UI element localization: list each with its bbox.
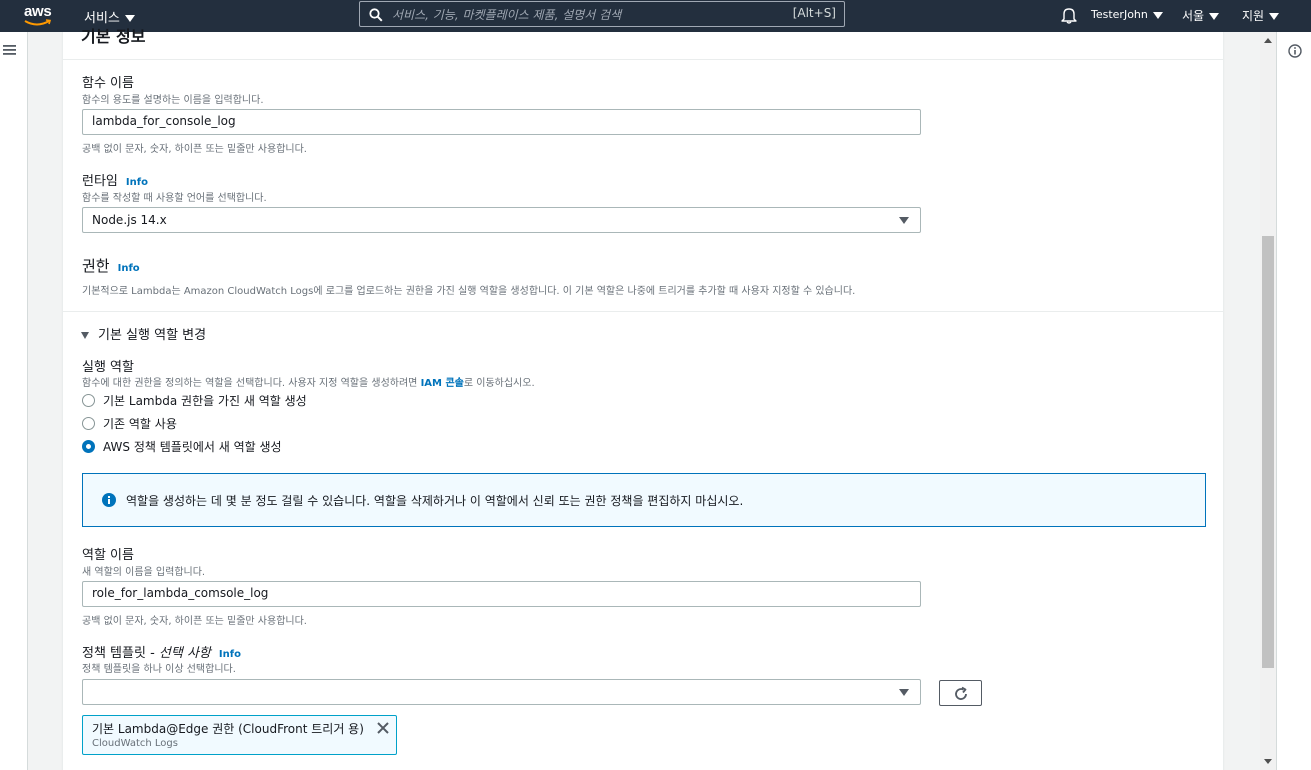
function-name-description: 함수의 용도를 설명하는 이름을 입력합니다. — [82, 95, 264, 106]
refresh-button[interactable] — [939, 680, 982, 706]
expander-label: 기본 실행 역할 변경 — [98, 328, 207, 343]
search-shortcut: [Alt+S] — [792, 6, 836, 20]
execution-role-desc-prefix: 함수에 대한 권한을 정의하는 역할을 선택합니다. 사용자 지정 역할을 생성… — [82, 378, 421, 389]
policy-templates-optional: 선택 사항 — [158, 646, 211, 661]
alert-message: 역할을 생성하는 데 몇 분 정도 걸릴 수 있습니다. 역할을 삭제하거나 이… — [126, 494, 744, 508]
top-navigation: aws 서비스 서비스, 기능, 마켓플레이스 제품, 설명서 검색 [Alt+… — [0, 0, 1311, 32]
selected-policy-token: 기본 Lambda@Edge 권한 (CloudFront 트리거 용) Clo… — [82, 715, 397, 755]
policy-templates-description: 정책 템플릿을 하나 이상 선택합니다. — [82, 664, 236, 675]
info-alert: 역할을 생성하는 데 몇 분 정도 걸릴 수 있습니다. 역할을 삭제하거나 이… — [82, 473, 1206, 527]
radio-label: AWS 정책 템플릿에서 새 역할 생성 — [103, 440, 282, 454]
support-menu[interactable]: 지원 — [1242, 7, 1280, 24]
permissions-title: 권한 — [82, 257, 110, 275]
aws-smile-icon — [24, 19, 52, 26]
right-rail — [1276, 32, 1311, 770]
function-name-input[interactable]: lambda_for_console_log — [82, 109, 921, 135]
permissions-description: 기본적으로 Lambda는 Amazon CloudWatch Logs에 로그… — [82, 286, 856, 297]
radio-button[interactable] — [82, 417, 95, 430]
search-placeholder: 서비스, 기능, 마켓플레이스 제품, 설명서 검색 — [392, 8, 622, 22]
chevron-down-icon — [1269, 13, 1280, 20]
runtime-description: 함수를 작성할 때 사용할 언어를 선택합니다. — [82, 193, 267, 204]
panel-header: 기본 정보 — [63, 27, 1223, 60]
policy-templates-label-row: 정책 템플릿 - 선택 사항 Info — [82, 642, 241, 661]
execution-role-desc-suffix: 로 이동하십시오. — [463, 378, 535, 389]
role-name-hint: 공백 없이 문자, 숫자, 하이픈 또는 밑줄만 사용합니다. — [82, 616, 307, 627]
menu-toggle-button[interactable] — [3, 44, 16, 59]
role-name-input[interactable]: role_for_lambda_comsole_log — [82, 581, 921, 607]
permissions-title-row: 권한 Info — [82, 255, 140, 276]
function-name-value: lambda_for_console_log — [92, 114, 236, 128]
runtime-label-row: 런타임 Info — [82, 170, 148, 189]
aws-logo[interactable]: aws — [22, 3, 56, 29]
change-default-role-expander[interactable]: 기본 실행 역할 변경 — [81, 324, 206, 343]
execution-role-description: 함수에 대한 권한을 정의하는 역할을 선택합니다. 사용자 지정 역할을 생성… — [82, 374, 535, 389]
role-option-existing[interactable]: 기존 역할 사용 — [82, 415, 177, 432]
left-rail — [0, 32, 28, 770]
iam-console-link[interactable]: IAM 콘솔 — [421, 378, 464, 389]
close-icon[interactable] — [376, 721, 390, 735]
policy-templates-select[interactable] — [82, 679, 921, 705]
role-name-value: role_for_lambda_comsole_log — [92, 586, 269, 600]
global-search[interactable]: 서비스, 기능, 마켓플레이스 제품, 설명서 검색 [Alt+S] — [359, 1, 845, 27]
runtime-label: 런타임 — [82, 174, 118, 189]
divider — [63, 311, 1223, 312]
refresh-icon — [955, 686, 967, 700]
dropdown-arrow-icon — [899, 217, 909, 224]
scroll-up-arrow-icon[interactable] — [1264, 38, 1272, 43]
policy-templates-info-link[interactable]: Info — [219, 649, 241, 660]
scroll-down-arrow-icon[interactable] — [1264, 759, 1272, 764]
basic-info-panel: 기본 정보 함수 이름 함수의 용도를 설명하는 이름을 입력합니다. lamb… — [62, 27, 1224, 770]
role-name-description: 새 역할의 이름을 입력합니다. — [82, 567, 206, 578]
execution-role-label: 실행 역할 — [82, 360, 134, 375]
info-circle-icon — [1288, 44, 1302, 58]
policy-templates-label: 정책 템플릿 - — [82, 646, 159, 661]
role-option-new-basic[interactable]: 기본 Lambda 권한을 가진 새 역할 생성 — [82, 392, 307, 409]
region-menu[interactable]: 서울 — [1182, 7, 1220, 24]
dropdown-arrow-icon — [899, 689, 909, 696]
region-label: 서울 — [1182, 9, 1205, 23]
permissions-info-link[interactable]: Info — [118, 263, 140, 274]
token-description: CloudWatch Logs — [92, 738, 178, 749]
chevron-down-icon — [124, 15, 135, 22]
token-name: 기본 Lambda@Edge 권한 (CloudFront 트리거 용) — [92, 722, 364, 736]
radio-button-selected[interactable] — [82, 440, 95, 453]
function-name-label: 함수 이름 — [82, 76, 134, 91]
support-label: 지원 — [1242, 9, 1265, 23]
help-panel-button[interactable] — [1288, 44, 1302, 61]
radio-button[interactable] — [82, 394, 95, 407]
bell-icon — [1061, 8, 1077, 24]
info-icon — [102, 493, 116, 507]
radio-label: 기존 역할 사용 — [103, 417, 177, 431]
panel-title: 기본 정보 — [81, 27, 146, 46]
user-label: TesterJohn — [1091, 8, 1148, 21]
runtime-selected-value: Node.js 14.x — [92, 213, 167, 227]
radio-label: 기본 Lambda 권한을 가진 새 역할 생성 — [103, 394, 307, 408]
caret-down-icon — [81, 332, 89, 339]
scroll-thumb[interactable] — [1262, 236, 1274, 668]
notifications-button[interactable] — [1061, 6, 1077, 27]
user-menu[interactable]: TesterJohn — [1091, 8, 1163, 21]
chevron-down-icon — [1209, 13, 1220, 20]
hamburger-icon — [3, 45, 16, 55]
page-scrollbar[interactable] — [1260, 32, 1276, 770]
chevron-down-icon — [1152, 11, 1163, 19]
runtime-select[interactable]: Node.js 14.x — [82, 207, 921, 233]
runtime-info-link[interactable]: Info — [126, 177, 148, 188]
role-option-policy-template[interactable]: AWS 정책 템플릿에서 새 역할 생성 — [82, 438, 282, 455]
function-name-hint: 공백 없이 문자, 숫자, 하이픈 또는 밑줄만 사용합니다. — [82, 144, 307, 155]
search-icon — [369, 8, 383, 22]
aws-logo-text: aws — [24, 3, 52, 20]
role-name-label: 역할 이름 — [82, 548, 134, 563]
